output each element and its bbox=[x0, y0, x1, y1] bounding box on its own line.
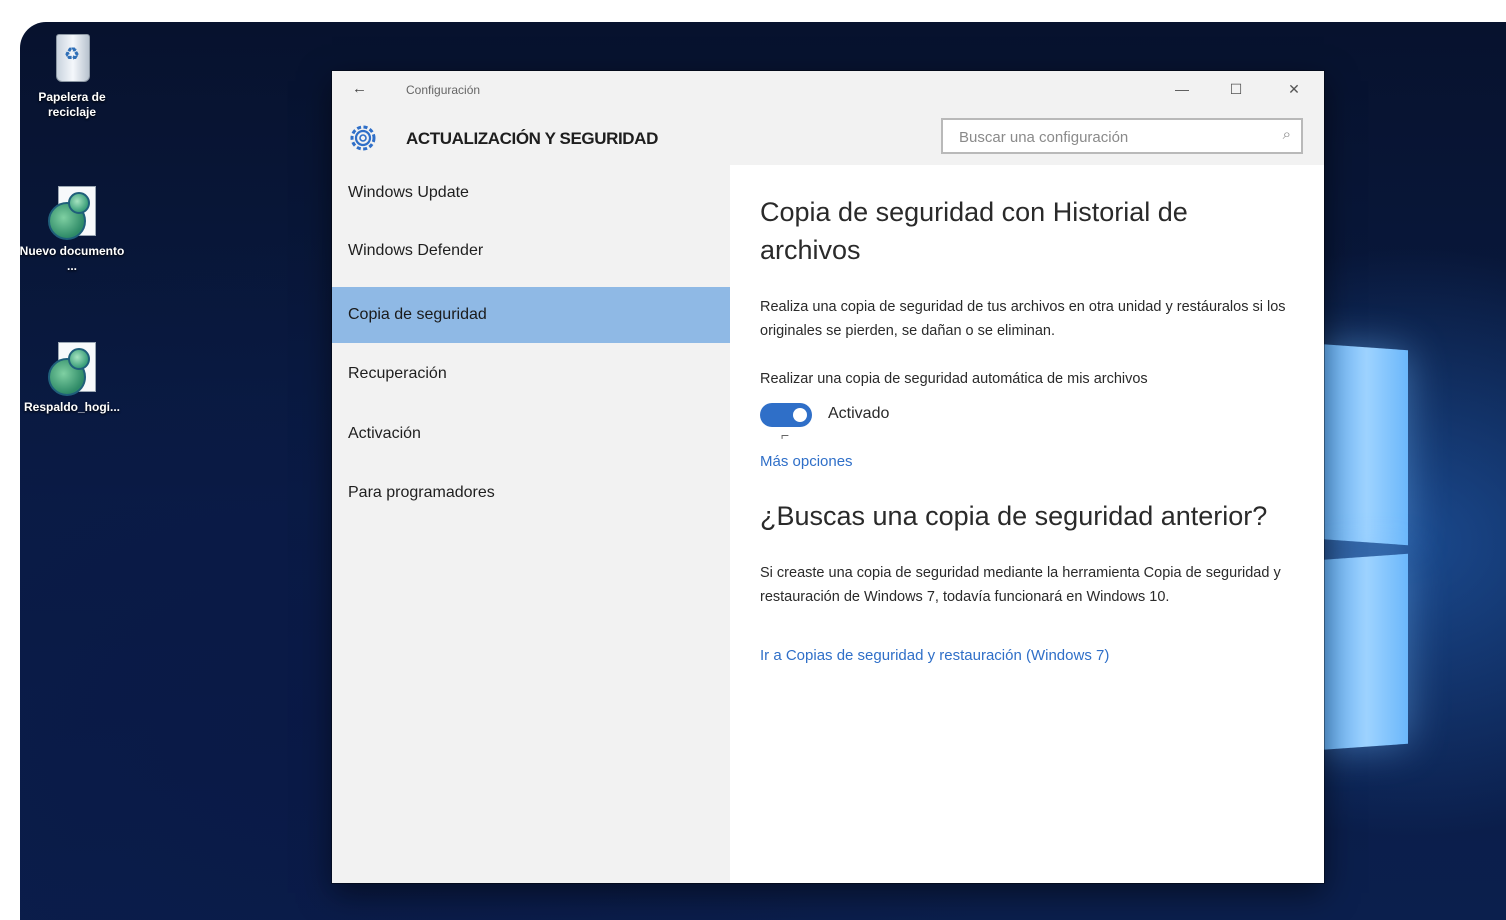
more-options-link[interactable]: Más opciones bbox=[760, 453, 853, 470]
sidebar: Windows Update Windows Defender Copia de… bbox=[332, 165, 730, 883]
content-pane: Copia de seguridad con Historial de arch… bbox=[730, 165, 1324, 883]
close-button[interactable]: ✕ bbox=[1274, 78, 1314, 102]
search-box[interactable]: ⌕ bbox=[941, 118, 1303, 154]
sidebar-item-activation[interactable]: Activación bbox=[332, 406, 730, 462]
maximize-button[interactable]: ☐ bbox=[1216, 78, 1256, 102]
desktop-icon-recycle-bin[interactable]: Papelera de reciclaje bbox=[20, 30, 127, 120]
page-title: ACTUALIZACIÓN Y SEGURIDAD bbox=[406, 129, 658, 148]
sidebar-item-developers[interactable]: Para programadores bbox=[332, 465, 730, 521]
sidebar-item-windows-defender[interactable]: Windows Defender bbox=[332, 223, 730, 279]
mouse-cursor-icon: ⌐ bbox=[781, 427, 790, 443]
toggle-state-label: Activado bbox=[828, 405, 890, 422]
settings-window: ← Configuración — ☐ ✕ ACTUALIZACIÓN Y SE… bbox=[332, 71, 1324, 883]
older-backup-description: Si creaste una copia de seguridad median… bbox=[760, 565, 1281, 605]
gear-icon bbox=[350, 125, 376, 151]
auto-backup-toggle[interactable] bbox=[760, 403, 812, 427]
desktop-icon-backup[interactable]: Respaldo_hogi... bbox=[20, 340, 127, 415]
desktop-icon-document[interactable]: Nuevo documento ... bbox=[20, 184, 127, 274]
desktop-icon-label: Respaldo_hogi... bbox=[23, 400, 120, 414]
document-gears-icon bbox=[44, 340, 100, 396]
title-bar: ← Configuración — ☐ ✕ bbox=[332, 71, 1324, 109]
minimize-button[interactable]: — bbox=[1162, 78, 1202, 102]
desktop-icon-label: Nuevo documento ... bbox=[20, 244, 125, 273]
search-icon[interactable]: ⌕ bbox=[1283, 126, 1291, 143]
section-title: Copia de seguridad con Historial de arch… bbox=[760, 197, 1188, 265]
older-backup-title: ¿Buscas una copia de seguridad anterior? bbox=[760, 501, 1268, 531]
sidebar-item-windows-update[interactable]: Windows Update bbox=[332, 165, 730, 221]
toggle-knob bbox=[793, 408, 807, 422]
auto-backup-label: Realizar una copia de seguridad automáti… bbox=[760, 371, 1148, 387]
back-arrow-icon[interactable]: ← bbox=[352, 80, 367, 97]
sidebar-item-backup[interactable]: Copia de seguridad bbox=[332, 287, 730, 343]
sidebar-item-recovery[interactable]: Recuperación bbox=[332, 346, 730, 402]
document-gears-icon bbox=[44, 184, 100, 240]
windows-logo-wallpaper bbox=[1316, 322, 1506, 782]
section-description: Realiza una copia de seguridad de tus ar… bbox=[760, 299, 1286, 339]
desktop-icon-label: Papelera de reciclaje bbox=[38, 90, 106, 119]
window-title: Configuración bbox=[406, 83, 481, 97]
windows7-backup-link[interactable]: Ir a Copias de seguridad y restauración … bbox=[760, 647, 1109, 664]
search-input[interactable] bbox=[957, 126, 1261, 148]
settings-header: ACTUALIZACIÓN Y SEGURIDAD ⌕ bbox=[332, 109, 1324, 165]
recycle-bin-icon bbox=[44, 30, 100, 86]
